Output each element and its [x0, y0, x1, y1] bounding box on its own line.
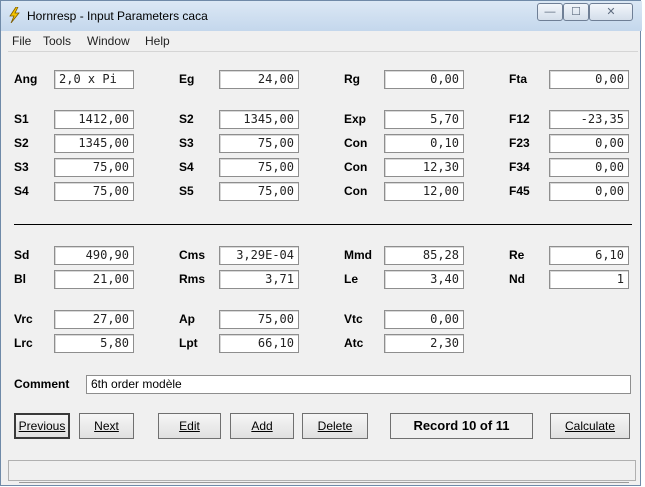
lightning-icon [9, 7, 20, 23]
field-con-2[interactable]: 12,30 [384, 158, 464, 177]
field-mmd[interactable]: 85,28 [384, 246, 464, 265]
label-con-2: Con [344, 160, 368, 174]
window: Hornresp - Input Parameters caca — ☐ ✕ F… [0, 0, 642, 487]
label-s4: S4 [14, 184, 29, 198]
label-sd: Sd [14, 248, 30, 262]
field-bl[interactable]: 21,00 [54, 270, 134, 289]
field-sd[interactable]: 490,90 [54, 246, 134, 265]
minimize-button[interactable]: — [537, 3, 563, 21]
add-button[interactable]: Add [230, 413, 294, 439]
field-ang[interactable]: 2,0 x Pi [54, 70, 134, 89]
label-atc: Atc [344, 336, 364, 350]
field-vrc[interactable]: 27,00 [54, 310, 134, 329]
label-f45: F45 [509, 184, 530, 198]
minimize-icon: — [544, 6, 556, 18]
next-button[interactable]: Next [79, 413, 134, 439]
field-ap[interactable]: 75,00 [219, 310, 299, 329]
label-ap: Ap [179, 312, 195, 326]
field-s2-col2[interactable]: 1345,00 [219, 110, 299, 129]
field-vtc[interactable]: 0,00 [384, 310, 464, 329]
label-s3: S3 [14, 160, 29, 174]
field-f34[interactable]: 0,00 [549, 158, 629, 177]
field-s4[interactable]: 75,00 [54, 182, 134, 201]
label-f23: F23 [509, 136, 530, 150]
label-exp: Exp [344, 112, 367, 126]
label-eg: Eg [179, 72, 195, 86]
field-s3-col2[interactable]: 75,00 [219, 134, 299, 153]
label-s4-col2: S4 [179, 160, 194, 174]
label-f34: F34 [509, 160, 530, 174]
label-f12: F12 [509, 112, 530, 126]
field-f45[interactable]: 0,00 [549, 182, 629, 201]
maximize-button[interactable]: ☐ [563, 3, 589, 21]
window-title: Hornresp - Input Parameters caca [27, 9, 208, 23]
label-mmd: Mmd [344, 248, 372, 262]
menu-tools[interactable]: Tools [43, 34, 71, 48]
field-atc[interactable]: 2,30 [384, 334, 464, 353]
field-lpt[interactable]: 66,10 [219, 334, 299, 353]
label-lpt: Lpt [179, 336, 198, 350]
field-eg[interactable]: 24,00 [219, 70, 299, 89]
label-s2-col2: S2 [179, 112, 194, 126]
field-s5[interactable]: 75,00 [219, 182, 299, 201]
field-s4-col2[interactable]: 75,00 [219, 158, 299, 177]
field-s1[interactable]: 1412,00 [54, 110, 134, 129]
menu-help[interactable]: Help [145, 34, 170, 48]
label-con-3: Con [344, 184, 368, 198]
label-s1: S1 [14, 112, 29, 126]
label-comment: Comment [14, 377, 70, 391]
previous-button[interactable]: Previous [14, 413, 70, 439]
field-f12[interactable]: -23,35 [549, 110, 629, 129]
label-con-1: Con [344, 136, 368, 150]
field-fta[interactable]: 0,00 [549, 70, 629, 89]
maximize-icon: ☐ [571, 6, 581, 18]
menu-window[interactable]: Window [87, 34, 130, 48]
label-re: Re [509, 248, 525, 262]
field-s3[interactable]: 75,00 [54, 158, 134, 177]
label-cms: Cms [179, 248, 206, 262]
close-button[interactable]: ✕ [589, 3, 633, 21]
field-le[interactable]: 3,40 [384, 270, 464, 289]
label-vrc: Vrc [14, 312, 33, 326]
field-s2[interactable]: 1345,00 [54, 134, 134, 153]
label-s2: S2 [14, 136, 29, 150]
label-rms: Rms [179, 272, 206, 286]
field-con-1[interactable]: 0,10 [384, 134, 464, 153]
label-rg: Rg [344, 72, 360, 86]
delete-button[interactable]: Delete [302, 413, 368, 439]
field-lrc[interactable]: 5,80 [54, 334, 134, 353]
record-indicator: Record 10 of 11 [390, 413, 533, 439]
field-rg[interactable]: 0,00 [384, 70, 464, 89]
label-le: Le [344, 272, 359, 286]
menu-file[interactable]: File [12, 34, 31, 48]
separator-line [14, 224, 632, 225]
field-f23[interactable]: 0,00 [549, 134, 629, 153]
label-bl: Bl [14, 272, 26, 286]
label-fta: Fta [509, 72, 527, 86]
title-bar[interactable]: Hornresp - Input Parameters caca — ☐ ✕ [1, 1, 642, 31]
label-ang: Ang [14, 72, 38, 86]
label-nd: Nd [509, 272, 525, 286]
status-bar [8, 460, 636, 481]
input-parameters-panel: Ang 2,0 x Pi Eg 24,00 Rg 0,00 Fta 0,00 S… [8, 52, 638, 454]
field-nd[interactable]: 1 [549, 270, 629, 289]
close-icon: ✕ [606, 6, 616, 18]
field-con-3[interactable]: 12,00 [384, 182, 464, 201]
bottom-border [19, 482, 629, 487]
calculate-button[interactable]: Calculate [550, 413, 630, 439]
field-rms[interactable]: 3,71 [219, 270, 299, 289]
edit-button[interactable]: Edit [158, 413, 221, 439]
menu-bar: File Tools Window Help [8, 32, 638, 52]
field-re[interactable]: 6,10 [549, 246, 629, 265]
field-exp[interactable]: 5,70 [384, 110, 464, 129]
label-vtc: Vtc [344, 312, 363, 326]
label-s3-col2: S3 [179, 136, 194, 150]
label-lrc: Lrc [14, 336, 33, 350]
comment-field[interactable]: 6th order modèle [86, 375, 631, 394]
field-cms[interactable]: 3,29E-04 [219, 246, 299, 265]
label-s5: S5 [179, 184, 194, 198]
